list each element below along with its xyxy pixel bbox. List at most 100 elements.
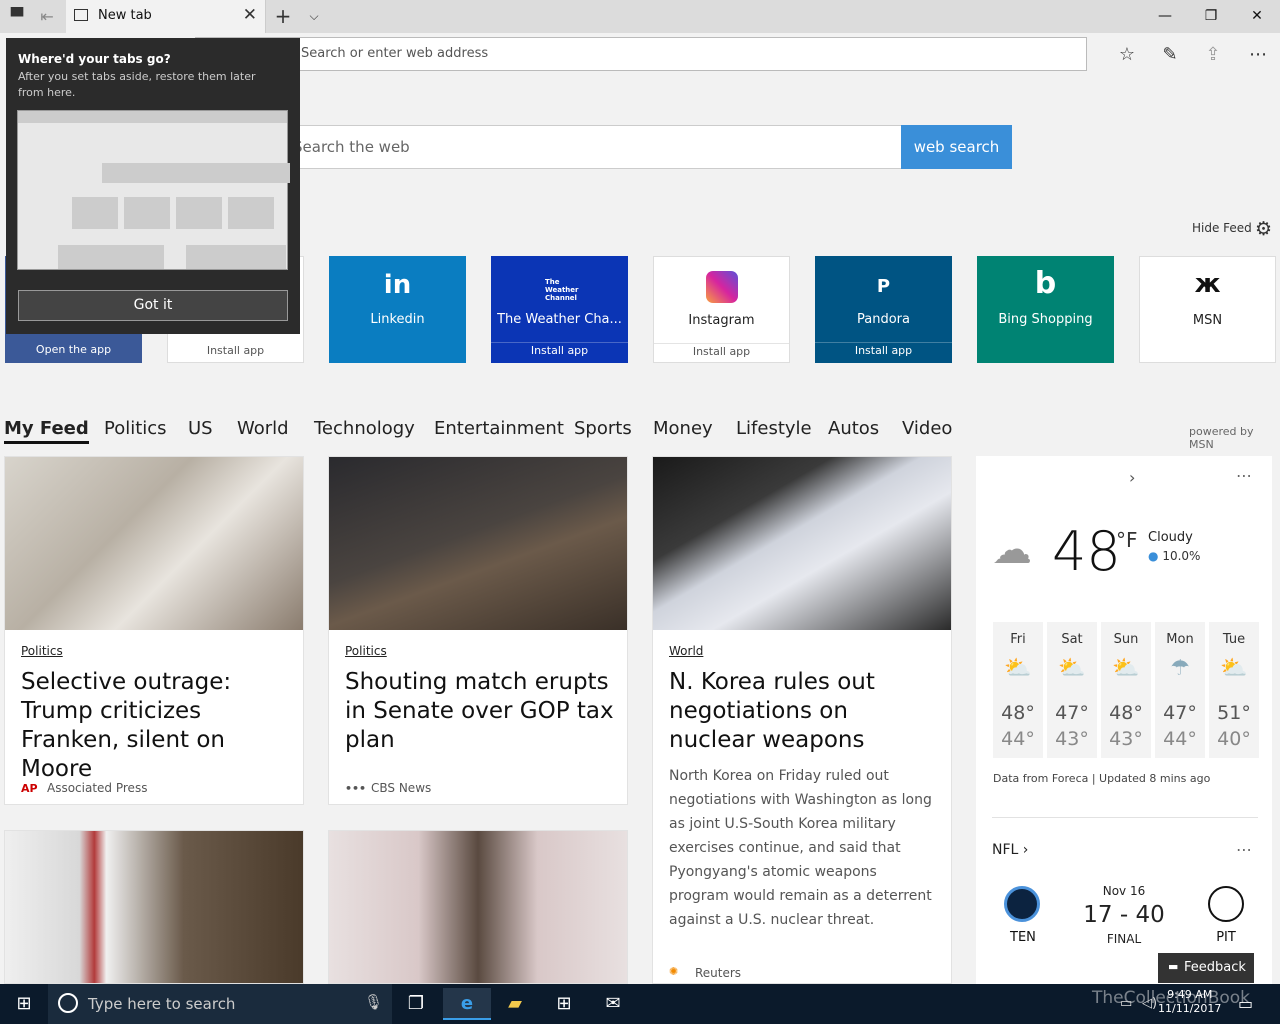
close-window-icon[interactable]: ✕ [1234, 0, 1280, 33]
article-card[interactable]: World N. Korea rules out negotiations on… [652, 456, 952, 984]
set-tabs-aside-icon[interactable]: ⇤ [32, 0, 62, 33]
address-input[interactable]: Search or enter web address [195, 37, 1087, 71]
tile-action: Open the app [35, 343, 112, 356]
temperature-unit[interactable]: °F [1116, 528, 1138, 552]
tab-sports[interactable]: Sports [574, 418, 632, 439]
forecast-high: 48° [1109, 702, 1143, 724]
share-icon[interactable]: ⇪ [1198, 40, 1228, 70]
tile-pandora[interactable]: P Pandora Install app [815, 256, 952, 363]
tab-autos[interactable]: Autos [828, 418, 879, 439]
forecast-day-name: Sun [1113, 632, 1139, 647]
forecast-day-name: Mon [1166, 632, 1194, 647]
tab-world[interactable]: World [237, 418, 289, 439]
tab-preview-icon[interactable]: ▀ [2, 0, 32, 33]
tab-politics[interactable]: Politics [104, 418, 167, 439]
precip-row: ● 10.0% [1148, 549, 1200, 563]
minimize-icon[interactable]: — [1142, 0, 1188, 33]
article-source: CBS News [371, 781, 432, 795]
store-icon[interactable]: ⊞ [540, 988, 588, 1020]
article-card[interactable]: Politics Shouting match erupts in Senate… [328, 456, 628, 805]
chevron-right-icon[interactable]: › [1129, 468, 1135, 487]
forecast-day-name: Tue [1222, 632, 1246, 647]
forecast-day[interactable]: Sun ⛅ 48° 43° [1101, 622, 1151, 758]
tile-action: Install app [206, 344, 265, 357]
forecast-day-name: Sat [1061, 632, 1083, 647]
article-card[interactable] [328, 830, 628, 984]
web-search-input[interactable]: Search the web [230, 125, 902, 169]
article-photo [5, 831, 303, 983]
tab-technology[interactable]: Technology [314, 418, 415, 439]
article-category[interactable]: World [669, 644, 703, 658]
nfl-header[interactable]: NFL › [992, 842, 1028, 858]
tile-name: Linkedin [370, 312, 425, 327]
rain-cloud-icon: ☂ [1170, 656, 1190, 681]
tile-msn[interactable]: ж MSN [1139, 256, 1276, 363]
close-tab-icon[interactable]: ✕ [243, 5, 257, 25]
microphone-icon[interactable]: 🎙 [364, 993, 383, 1011]
forecast-day[interactable]: Fri ⛅ 48° 44° [993, 622, 1043, 758]
article-photo [5, 457, 303, 630]
popup-description: After you set tabs aside, restore them l… [18, 70, 256, 99]
tile-instagram[interactable]: Instagram Install app [653, 256, 790, 363]
web-search-button[interactable]: web search [901, 125, 1012, 169]
droplet-icon: ● [1148, 549, 1159, 563]
tile-name: Bing Shopping [998, 312, 1093, 327]
system-clock[interactable]: 9:49 AM 11/11/2017 [1158, 988, 1221, 1016]
restore-icon[interactable]: ❐ [1188, 0, 1234, 33]
tab-entertainment[interactable]: Entertainment [434, 418, 564, 439]
got-it-button[interactable]: Got it [18, 290, 288, 321]
clock-time: 9:49 AM [1167, 988, 1213, 1001]
tab-lifestyle[interactable]: Lifestyle [736, 418, 812, 439]
tab-my-feed[interactable]: My Feed [4, 418, 89, 444]
mail-icon[interactable]: ✉ [589, 988, 637, 1020]
volume-icon[interactable]: ◁) [1142, 996, 1157, 1011]
taskbar-search-input[interactable]: Type here to search [48, 984, 392, 1024]
pandora-icon: P [876, 276, 891, 297]
article-headline[interactable]: N. Korea rules out negotiations on nucle… [669, 668, 939, 755]
new-tab-icon[interactable]: + [268, 0, 298, 33]
forecast-high: 48° [1001, 702, 1035, 724]
tab-us[interactable]: US [188, 418, 213, 439]
article-source: Associated Press [47, 781, 148, 795]
article-summary: North Korea on Friday ruled out negotiat… [669, 768, 932, 928]
tile-bing-shopping[interactable]: b Bing Shopping [977, 256, 1114, 363]
tab-new-tab[interactable]: New tab ✕ [66, 0, 266, 33]
article-card[interactable] [4, 830, 304, 984]
task-view-icon[interactable]: ❐ [392, 988, 440, 1020]
windows-start-icon[interactable]: ⊞ [0, 988, 48, 1020]
game-score: 17 - 40 [1083, 902, 1165, 928]
tab-money[interactable]: Money [653, 418, 713, 439]
tab-video[interactable]: Video [902, 418, 952, 439]
chevron-down-icon[interactable]: ⌵ [299, 0, 329, 33]
pen-icon[interactable]: ✎ [1155, 40, 1185, 70]
article-card[interactable]: Politics Selective outrage: Trump critic… [4, 456, 304, 805]
forecast-high: 51° [1217, 702, 1251, 724]
edge-icon[interactable]: e [443, 988, 491, 1020]
tabs-aside-popup: Where'd your tabs go? After you set tabs… [6, 38, 300, 334]
forecast-day[interactable]: Sat ⛅ 47° 43° [1047, 622, 1097, 758]
network-icon[interactable]: ▭ [1120, 996, 1132, 1011]
chat-icon: ▬ [1168, 960, 1179, 973]
hide-feed-link[interactable]: Hide Feed [1192, 221, 1252, 235]
notifications-icon[interactable]: ▭ [1238, 994, 1253, 1013]
article-headline[interactable]: Shouting match erupts in Senate over GOP… [345, 668, 615, 755]
forecast-low: 43° [1109, 728, 1143, 750]
forecast-day[interactable]: Tue ⛅ 51° 40° [1209, 622, 1259, 758]
forecast-day[interactable]: Mon ☂ 47° 44° [1155, 622, 1205, 758]
file-explorer-icon[interactable]: ▰ [491, 988, 539, 1020]
tile-name: The Weather Cha... [497, 312, 622, 327]
tile-weather-channel[interactable]: The Weather Channel The Weather Cha... I… [491, 256, 628, 363]
article-category[interactable]: Politics [345, 644, 387, 658]
more-icon[interactable]: ⋯ [1236, 466, 1252, 485]
article-photo [653, 457, 951, 630]
article-headline[interactable]: Selective outrage: Trump criticizes Fran… [21, 668, 291, 784]
favorites-icon[interactable]: ☆ [1112, 40, 1142, 70]
tile-linkedin[interactable]: in Linkedin [329, 256, 466, 363]
precip-chance: 10.0% [1162, 549, 1201, 563]
more-icon[interactable]: ⋯ [1236, 840, 1252, 859]
gear-icon[interactable]: ⚙ [1255, 218, 1272, 240]
more-icon[interactable]: ⋯ [1243, 40, 1273, 70]
forecast-day-name: Fri [1010, 632, 1026, 647]
msn-butterfly-icon: ж [1194, 269, 1221, 299]
article-category[interactable]: Politics [21, 644, 63, 658]
